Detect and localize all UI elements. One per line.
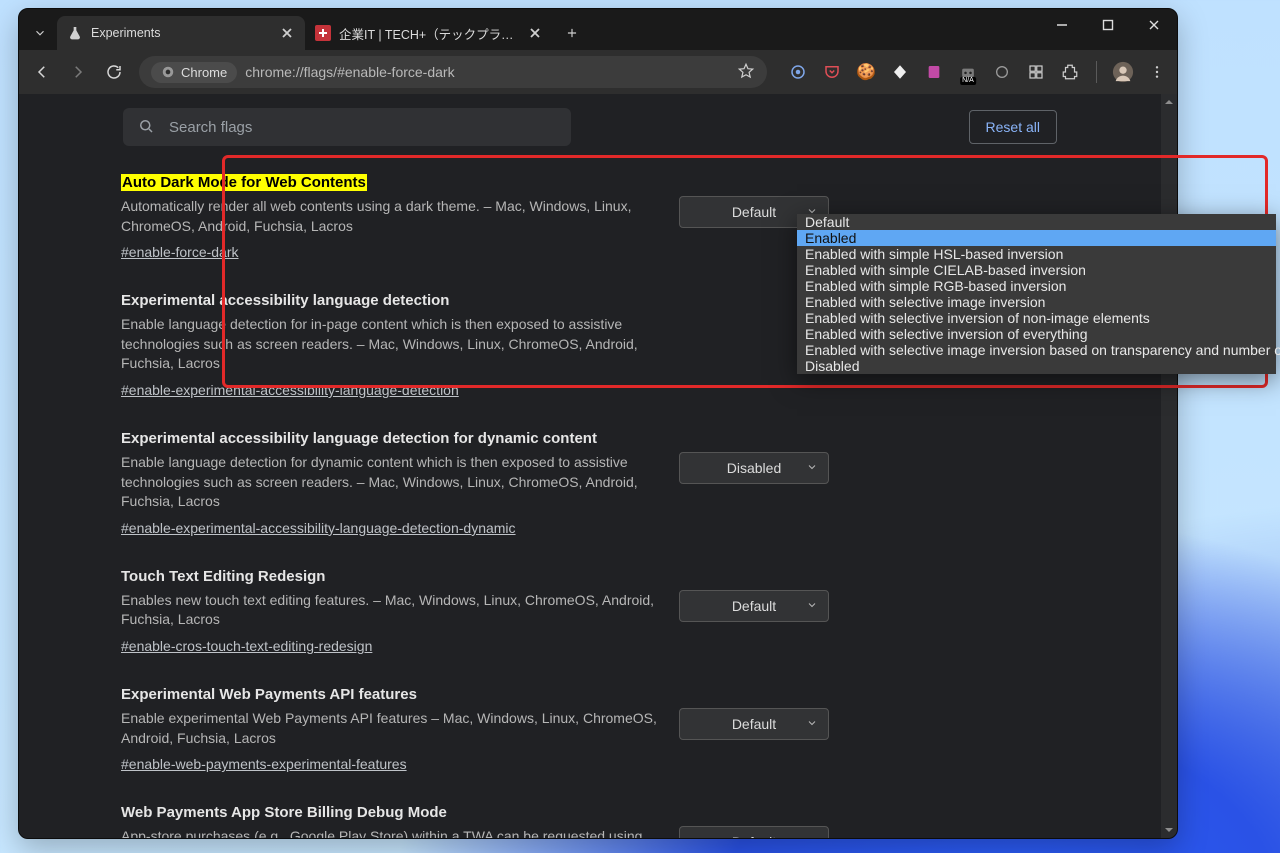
dropdown-option[interactable]: Enabled bbox=[797, 230, 1276, 246]
search-flags-field[interactable] bbox=[123, 108, 571, 146]
scroll-up-icon[interactable] bbox=[1161, 94, 1177, 110]
pocket-icon[interactable] bbox=[818, 58, 846, 86]
flag-select[interactable]: Disabled bbox=[679, 452, 829, 484]
flags-header: Reset all bbox=[139, 94, 1057, 160]
dropdown-option[interactable]: Enabled with simple CIELAB-based inversi… bbox=[797, 262, 1276, 278]
flag-select[interactable]: Default bbox=[679, 826, 829, 838]
flag-select-value: Default bbox=[732, 204, 776, 220]
flag-title: Auto Dark Mode for Web Contents bbox=[121, 174, 661, 191]
note-icon[interactable] bbox=[920, 58, 948, 86]
chevron-down-icon bbox=[806, 716, 818, 732]
flag-select-value: Default bbox=[732, 716, 776, 732]
chevron-down-icon bbox=[806, 460, 818, 476]
extension-icon[interactable] bbox=[784, 58, 812, 86]
flag-description: Enables new touch text editing features.… bbox=[121, 591, 661, 630]
dropdown-option[interactable]: Enabled with simple HSL-based inversion bbox=[797, 246, 1276, 262]
tab-strip: Experiments 企業IT | TECH+（テックプラス） bbox=[19, 9, 1177, 50]
flag-row: Experimental Web Payments API features En… bbox=[121, 672, 1057, 790]
tab-techplus[interactable]: 企業IT | TECH+（テックプラス） bbox=[305, 16, 553, 50]
minimize-button[interactable] bbox=[1039, 9, 1085, 41]
flag-select[interactable]: Default bbox=[679, 708, 829, 740]
flag-hash-link[interactable]: #enable-cros-touch-text-editing-redesign bbox=[121, 638, 372, 654]
flag-title: Experimental accessibility language dete… bbox=[121, 292, 661, 309]
tab-title: Experiments bbox=[91, 26, 271, 40]
reload-button[interactable] bbox=[97, 55, 131, 89]
flag-description: Automatically render all web contents us… bbox=[121, 197, 661, 236]
flag-row: Web Payments App Store Billing Debug Mod… bbox=[121, 790, 1057, 838]
chevron-down-icon bbox=[806, 834, 818, 838]
dropdown-option[interactable]: Enabled with simple RGB-based inversion bbox=[797, 278, 1276, 294]
omnibox[interactable]: Chrome chrome://flags/#enable-force-dark bbox=[139, 56, 767, 88]
close-button[interactable] bbox=[1131, 9, 1177, 41]
scroll-down-icon[interactable] bbox=[1161, 822, 1177, 838]
robot-icon[interactable]: N/A bbox=[954, 58, 982, 86]
extensions-button[interactable] bbox=[1056, 58, 1084, 86]
chevron-down-icon bbox=[806, 598, 818, 614]
forward-button[interactable] bbox=[61, 55, 95, 89]
new-tab-button[interactable] bbox=[557, 18, 587, 48]
dropdown-option[interactable]: Enabled with selective inversion of non-… bbox=[797, 310, 1276, 326]
tab-dropdown-button[interactable] bbox=[23, 16, 57, 50]
window-caption-buttons bbox=[1039, 9, 1177, 41]
back-button[interactable] bbox=[25, 55, 59, 89]
flag-select[interactable]: Default bbox=[679, 590, 829, 622]
kebab-menu-button[interactable] bbox=[1143, 58, 1171, 86]
maximize-button[interactable] bbox=[1085, 9, 1131, 41]
search-input[interactable] bbox=[167, 118, 557, 137]
browser-window: Experiments 企業IT | TECH+（テックプラス） Chrome bbox=[18, 8, 1178, 839]
flag-hash-link[interactable]: #enable-experimental-accessibility-langu… bbox=[121, 382, 459, 398]
dropdown-option[interactable]: Enabled with selective image inversion bbox=[797, 294, 1276, 310]
flag-description: Enable language detection for dynamic co… bbox=[121, 453, 661, 512]
flag-description: Enable language detection for in-page co… bbox=[121, 315, 661, 374]
search-icon bbox=[137, 117, 155, 138]
grid-icon[interactable] bbox=[1022, 58, 1050, 86]
dropdown-option[interactable]: Default bbox=[797, 214, 1276, 230]
dropdown-option[interactable]: Enabled with selective image inversion b… bbox=[797, 342, 1276, 358]
close-icon[interactable] bbox=[527, 25, 543, 41]
star-icon[interactable] bbox=[737, 62, 755, 83]
page-content: Reset all Auto Dark Mode for Web Content… bbox=[19, 94, 1177, 838]
plus-box-icon bbox=[315, 25, 331, 41]
reset-all-button[interactable]: Reset all bbox=[969, 110, 1057, 144]
flag-description: Enable experimental Web Payments API fea… bbox=[121, 709, 661, 748]
diamond-icon[interactable] bbox=[886, 58, 914, 86]
flag-hash-link[interactable]: #enable-web-payments-experimental-featur… bbox=[121, 756, 407, 772]
flag-dropdown-menu[interactable]: DefaultEnabledEnabled with simple HSL-ba… bbox=[797, 214, 1276, 374]
close-icon[interactable] bbox=[279, 25, 295, 41]
profile-avatar[interactable] bbox=[1109, 58, 1137, 86]
circle-icon[interactable] bbox=[988, 58, 1016, 86]
separator bbox=[1096, 61, 1097, 83]
flask-icon bbox=[67, 25, 83, 41]
flag-select-value: Default bbox=[732, 598, 776, 614]
flag-select-value: Default bbox=[732, 834, 776, 838]
flag-description: App-store purchases (e.g., Google Play S… bbox=[121, 827, 661, 838]
chip-label: Chrome bbox=[181, 65, 227, 80]
chrome-chip: Chrome bbox=[151, 62, 237, 83]
flag-hash-link[interactable]: #enable-experimental-accessibility-langu… bbox=[121, 520, 516, 536]
address-text: chrome://flags/#enable-force-dark bbox=[245, 64, 454, 80]
tab-experiments[interactable]: Experiments bbox=[57, 16, 305, 50]
flag-title: Touch Text Editing Redesign bbox=[121, 568, 661, 585]
dropdown-option[interactable]: Enabled with selective inversion of ever… bbox=[797, 326, 1276, 342]
cookie-icon[interactable]: 🍪 bbox=[852, 58, 880, 86]
flag-select-value: Disabled bbox=[727, 460, 781, 476]
flag-title: Experimental accessibility language dete… bbox=[121, 430, 661, 447]
flag-row: Touch Text Editing Redesign Enables new t… bbox=[121, 554, 1057, 672]
na-badge: N/A bbox=[960, 77, 976, 85]
scrollbar[interactable] bbox=[1161, 94, 1177, 838]
tab-title: 企業IT | TECH+（テックプラス） bbox=[339, 24, 519, 43]
dropdown-option[interactable]: Disabled bbox=[797, 358, 1276, 374]
flag-title: Experimental Web Payments API features bbox=[121, 686, 661, 703]
flag-row: Experimental accessibility language dete… bbox=[121, 416, 1057, 554]
flag-title: Web Payments App Store Billing Debug Mod… bbox=[121, 804, 661, 821]
toolbar: Chrome chrome://flags/#enable-force-dark… bbox=[19, 50, 1177, 94]
flag-hash-link[interactable]: #enable-force-dark bbox=[121, 244, 239, 260]
